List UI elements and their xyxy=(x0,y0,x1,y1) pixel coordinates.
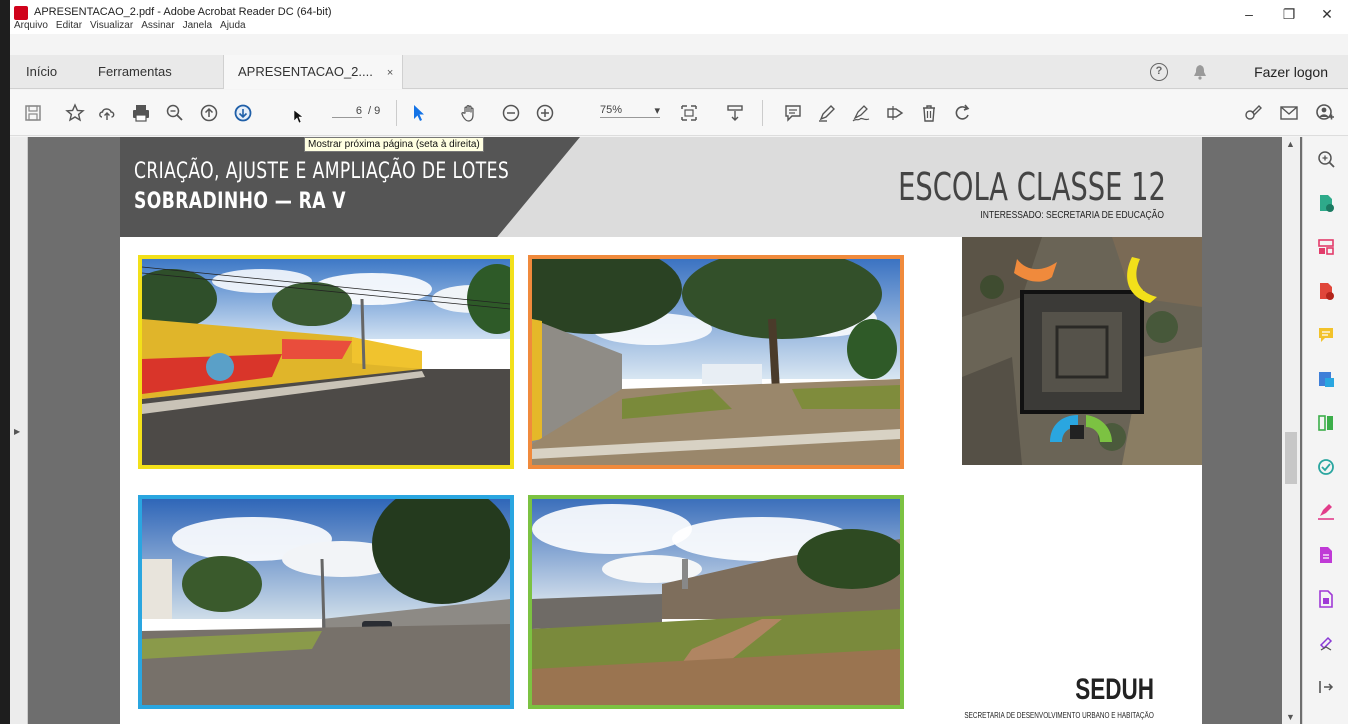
acrobat-app-icon xyxy=(14,6,28,20)
site-photo-blue xyxy=(138,495,514,709)
zoom-level-select[interactable]: 75% ▾ xyxy=(600,104,660,118)
menu-janela[interactable]: Janela xyxy=(183,20,212,31)
bookmark-star-icon[interactable] xyxy=(64,102,86,124)
fill-and-sign-icon[interactable] xyxy=(1316,501,1336,521)
highlight-pen-icon[interactable] xyxy=(816,102,838,124)
previous-page-icon[interactable] xyxy=(198,102,220,124)
menu-arquivo[interactable]: Arquivo xyxy=(14,20,48,31)
bell-icon[interactable] xyxy=(1193,64,1207,80)
site-photo-green xyxy=(528,495,904,709)
print-icon[interactable] xyxy=(130,102,152,124)
toolbar-separator xyxy=(762,100,763,126)
tab-document-label: APRESENTACAO_2.... xyxy=(238,64,373,79)
window-title: APRESENTACAO_2.pdf - Adobe Acrobat Reade… xyxy=(34,6,332,18)
create-pdf-icon[interactable] xyxy=(1316,281,1336,301)
scroll-mode-icon[interactable] xyxy=(724,102,746,124)
menu-assinar[interactable]: Assinar xyxy=(141,20,174,31)
export-pdf-icon[interactable] xyxy=(1316,193,1336,213)
banner-title-line2: SOBRADINHO — RA V xyxy=(134,189,346,214)
upload-cloud-icon[interactable] xyxy=(96,102,118,124)
tools-pane xyxy=(1302,137,1348,724)
tab-tools[interactable]: Ferramentas xyxy=(84,55,186,89)
site-photo-yellow xyxy=(138,255,514,469)
site-photo-orange xyxy=(528,255,904,469)
left-panel-toggle[interactable]: ▶ xyxy=(10,137,28,724)
tab-bar: Início Ferramentas APRESENTACAO_2.... × ?… xyxy=(10,55,1348,89)
zoom-out-icon[interactable] xyxy=(164,102,186,124)
menu-ajuda[interactable]: Ajuda xyxy=(220,20,246,31)
interested-party: INTERESSADO: SECRETARIA DE EDUCAÇÃO xyxy=(980,210,1164,221)
organize-pages-icon[interactable] xyxy=(1316,237,1336,257)
menu-visualizar[interactable]: Visualizar xyxy=(90,20,133,31)
zoom-out-minus-icon[interactable] xyxy=(500,102,522,124)
close-button[interactable]: ✕ xyxy=(1312,6,1342,23)
stamp-icon[interactable] xyxy=(884,102,906,124)
comment-tool-icon[interactable] xyxy=(1316,325,1336,345)
next-page-icon[interactable] xyxy=(232,102,254,124)
sign-icon[interactable] xyxy=(850,102,872,124)
menu-editar[interactable]: Editar xyxy=(56,20,82,31)
sign-in-button[interactable]: Fazer logon xyxy=(1254,55,1328,89)
vertical-scrollbar[interactable]: ▲ ▼ xyxy=(1282,137,1300,724)
hand-tool-icon[interactable] xyxy=(458,102,480,124)
save-icon[interactable] xyxy=(22,102,44,124)
next-page-tooltip: Mostrar próxima página (seta à direita) xyxy=(304,137,484,152)
tab-home[interactable]: Início xyxy=(12,55,71,89)
page-indicator: 6 / 9 xyxy=(332,105,380,118)
current-page-input[interactable]: 6 xyxy=(332,105,362,118)
scroll-up-arrow-icon[interactable]: ▲ xyxy=(1286,139,1295,149)
help-icon[interactable]: ? xyxy=(1150,63,1168,81)
fill-sign-icon[interactable] xyxy=(1242,102,1264,124)
enhance-scans-icon[interactable] xyxy=(1316,457,1336,477)
share-user-icon[interactable] xyxy=(1314,102,1336,124)
fit-page-icon[interactable] xyxy=(678,102,700,124)
pdf-page: CRIAÇÃO, AJUSTE E AMPLIAÇÃO DE LOTES SOB… xyxy=(120,137,1202,724)
toolbar: 6 / 9 75% ▾ xyxy=(10,90,1348,136)
menu-bar: Arquivo Editar Visualizar Assinar Janela… xyxy=(14,20,246,31)
tab-close-icon[interactable]: × xyxy=(387,67,393,79)
restore-button[interactable]: ❐ xyxy=(1274,6,1304,23)
aerial-map-image xyxy=(962,237,1202,465)
total-pages: / 9 xyxy=(368,105,381,117)
scrollbar-thumb[interactable] xyxy=(1285,432,1297,484)
send-for-signature-icon[interactable] xyxy=(1316,545,1336,565)
seduh-subtitle: SECRETARIA DE DESENVOLVIMENTO URBANO E H… xyxy=(964,711,1154,720)
scan-ocr-icon[interactable] xyxy=(1316,369,1336,389)
zoom-level-value: 75% xyxy=(600,104,623,116)
compare-files-icon[interactable] xyxy=(1316,413,1336,433)
protect-pdf-icon[interactable] xyxy=(1316,589,1336,609)
delete-trash-icon[interactable] xyxy=(918,102,940,124)
comment-icon[interactable] xyxy=(782,102,804,124)
tab-document[interactable]: APRESENTACAO_2.... × xyxy=(223,55,403,89)
email-icon[interactable] xyxy=(1278,102,1300,124)
banner-title-line1: CRIAÇÃO, AJUSTE E AMPLIAÇÃO DE LOTES xyxy=(134,159,510,184)
seduh-logo: SEDUH xyxy=(1075,673,1154,706)
chevron-down-icon: ▾ xyxy=(654,105,660,117)
minimize-button[interactable]: – xyxy=(1234,6,1264,22)
school-name: ESCOLA CLASSE 12 xyxy=(898,165,1166,209)
zoom-in-plus-icon[interactable] xyxy=(534,102,556,124)
undo-rotate-icon[interactable] xyxy=(952,102,974,124)
scroll-down-arrow-icon[interactable]: ▼ xyxy=(1286,712,1295,722)
expand-arrow-icon: ▶ xyxy=(14,427,21,436)
acrobat-window: APRESENTACAO_2.pdf - Adobe Acrobat Reade… xyxy=(10,0,1348,724)
select-cursor-icon[interactable] xyxy=(408,102,430,124)
toolbar-separator xyxy=(396,100,397,126)
more-tools-icon[interactable] xyxy=(1316,633,1336,653)
mouse-cursor-icon xyxy=(293,109,304,124)
expand-panel-icon[interactable] xyxy=(1316,677,1336,697)
zoom-search-icon[interactable] xyxy=(1316,149,1336,169)
